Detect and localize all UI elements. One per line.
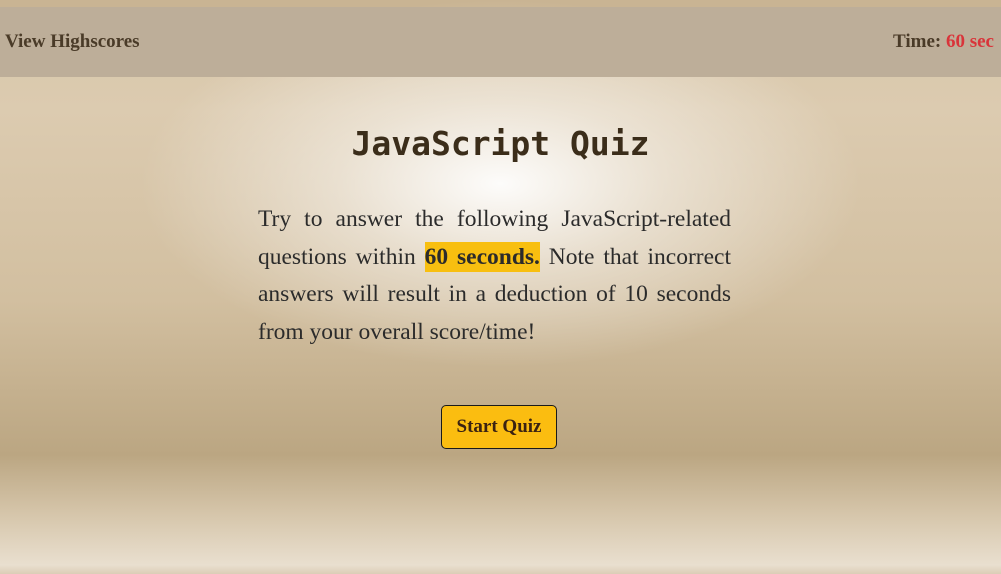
timer-value: 60 sec [945,31,994,52]
top-nav-bar: View Highscores Time: 60 sec [0,7,1001,77]
page-title: JavaScript Quiz [351,124,650,163]
timer-display: Time: 60 sec [893,31,994,53]
quiz-intro-text: Try to answer the following JavaScript-r… [258,201,731,351]
time-limit-highlight: 60 seconds. [424,241,540,272]
view-highscores-link[interactable]: View Highscores [5,31,140,53]
start-quiz-button[interactable]: Start Quiz [441,405,557,449]
timer-label: Time: [893,31,942,52]
